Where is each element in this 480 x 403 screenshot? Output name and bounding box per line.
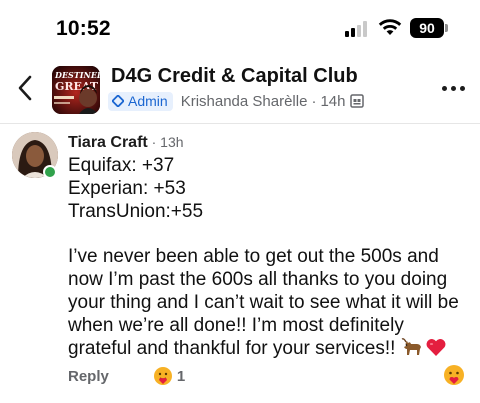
paragraph-line-last: grateful and thankful for your services!… bbox=[68, 337, 468, 360]
wifi-icon bbox=[378, 19, 402, 35]
paragraph-line: I’ve never been able to get out the 500s… bbox=[68, 246, 439, 268]
meta-separator: · bbox=[311, 92, 317, 110]
group-logo-image: DESTINED GREAT bbox=[52, 66, 100, 114]
paragraph-text: grateful and thankful for your services!… bbox=[68, 338, 401, 360]
admin-badge-label: Admin bbox=[128, 93, 168, 109]
score-line-experian: Experian: +53 bbox=[68, 177, 186, 199]
reaction-count: 1 bbox=[176, 367, 186, 385]
group-avatar[interactable]: DESTINED GREAT bbox=[52, 66, 100, 114]
comment-actions: Reply 1 bbox=[68, 366, 185, 386]
header-divider bbox=[0, 123, 480, 124]
paragraph-line: when we’re all done!! I’m most definitel… bbox=[68, 314, 404, 336]
add-reaction-icon[interactable] bbox=[443, 364, 465, 386]
battery-indicator: 90 bbox=[410, 18, 444, 38]
admin-name[interactable]: Krishanda Sharèlle bbox=[181, 93, 308, 110]
more-horizontal-icon[interactable] bbox=[442, 84, 466, 94]
reply-button[interactable]: Reply bbox=[68, 368, 109, 385]
comment-author[interactable]: Tiara Craft bbox=[68, 134, 148, 151]
red-heart-emoji bbox=[426, 339, 446, 357]
reaction-summary[interactable]: 1 bbox=[153, 366, 185, 386]
group-privacy-icon bbox=[350, 94, 365, 108]
group-header: DESTINED GREAT D4G Credit & Capital Club… bbox=[0, 58, 480, 118]
comment-header: Tiara Craft · 13h bbox=[68, 134, 184, 152]
paragraph-line: now I’m past the 600s all thanks to you … bbox=[68, 268, 448, 290]
comment-time: · 13h bbox=[147, 134, 184, 150]
admin-badge[interactable]: Admin bbox=[108, 91, 173, 111]
status-bar: 10:52 90 bbox=[0, 0, 480, 52]
comment-body: Equifax: +37 Experian: +53 TransUnion:+5… bbox=[68, 155, 468, 360]
post-meta: Admin Krishanda Sharèlle · 14h bbox=[108, 91, 365, 111]
cellular-signal-icon bbox=[345, 21, 371, 37]
paragraph-line: your thing and I can’t wait to see what … bbox=[68, 291, 459, 313]
care-reaction-icon bbox=[153, 367, 172, 385]
online-status-dot bbox=[43, 165, 57, 179]
svg-text:DESTINED: DESTINED bbox=[54, 70, 100, 80]
admin-diamond-icon bbox=[112, 95, 124, 107]
chevron-left-icon[interactable] bbox=[14, 72, 38, 104]
goat-emoji bbox=[401, 338, 421, 356]
score-line-equifax: Equifax: +37 bbox=[68, 155, 175, 176]
battery-tip bbox=[445, 24, 448, 32]
status-time: 10:52 bbox=[56, 17, 111, 40]
group-title[interactable]: D4G Credit & Capital Club bbox=[111, 65, 358, 88]
score-line-transunion: TransUnion:+55 bbox=[68, 200, 204, 222]
post-time: 14h bbox=[320, 92, 346, 110]
